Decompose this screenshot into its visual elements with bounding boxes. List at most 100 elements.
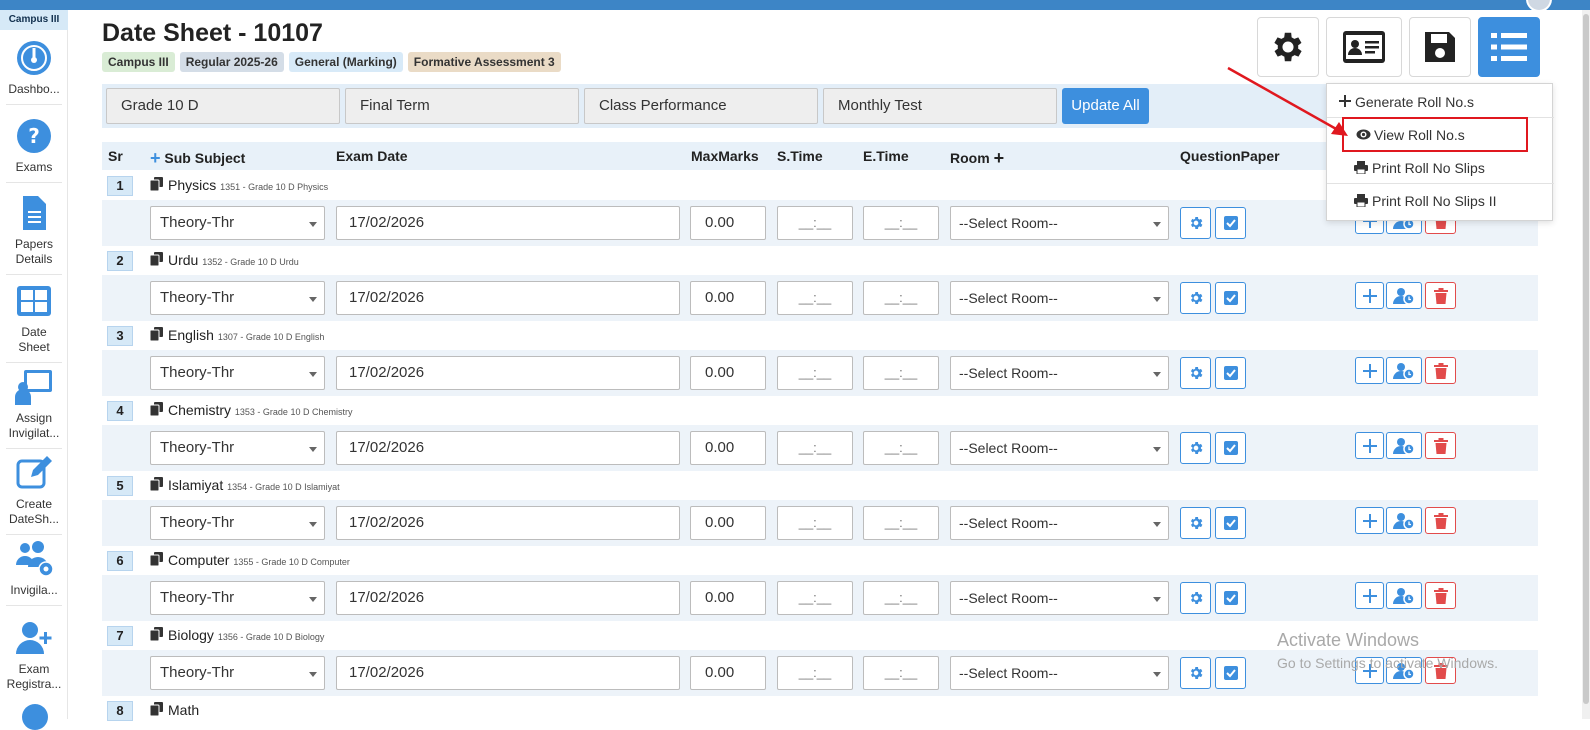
sidebar-next-icon[interactable]: [22, 704, 48, 730]
paper-check-button[interactable]: [1215, 207, 1246, 239]
max-marks-input[interactable]: 0.00: [690, 431, 766, 465]
delete-button[interactable]: [1425, 582, 1456, 609]
end-time-input[interactable]: __:__: [863, 581, 939, 615]
room-select[interactable]: --Select Room--: [950, 431, 1169, 465]
exam-date-input[interactable]: 17/02/2026: [336, 356, 680, 390]
paper-check-button[interactable]: [1215, 432, 1246, 464]
add-button[interactable]: [1355, 432, 1384, 459]
sidebar-item-date-sheet[interactable]: Date Sheet: [0, 281, 68, 363]
max-marks-input[interactable]: 0.00: [690, 656, 766, 690]
add-button[interactable]: [1355, 507, 1384, 534]
paper-settings-button[interactable]: [1180, 282, 1211, 314]
room-select[interactable]: --Select Room--: [950, 356, 1169, 390]
start-time-input[interactable]: __:__: [777, 506, 853, 540]
delete-button[interactable]: [1425, 357, 1456, 384]
paper-settings-button[interactable]: [1180, 207, 1211, 239]
scrollbar-thumb[interactable]: [1583, 14, 1589, 704]
sidebar-item-assign-invigilator[interactable]: Assign Invigilat...: [0, 367, 68, 449]
max-marks-input[interactable]: 0.00: [690, 581, 766, 615]
test-select[interactable]: Monthly Test: [823, 88, 1057, 124]
paper-check-button[interactable]: [1215, 657, 1246, 689]
start-time-input[interactable]: __:__: [777, 431, 853, 465]
paper-settings-button[interactable]: [1180, 357, 1211, 389]
list-menu-button[interactable]: [1478, 17, 1540, 77]
paper-type-select[interactable]: Theory-Thr: [150, 656, 325, 690]
sidebar-item-exams[interactable]: ? Exams: [0, 116, 68, 183]
paper-type-select[interactable]: Theory-Thr: [150, 206, 325, 240]
room-select[interactable]: --Select Room--: [950, 506, 1169, 540]
room-select[interactable]: --Select Room--: [950, 581, 1169, 615]
paper-type-select[interactable]: Theory-Thr: [150, 506, 325, 540]
room-select[interactable]: --Select Room--: [950, 281, 1169, 315]
add-button[interactable]: [1355, 357, 1384, 384]
sidebar-item-label: Create DateSh...: [8, 497, 60, 526]
paper-check-button[interactable]: [1215, 282, 1246, 314]
user-avatar[interactable]: [1526, 0, 1552, 12]
end-time-input[interactable]: __:__: [863, 656, 939, 690]
exam-date-input[interactable]: 17/02/2026: [336, 656, 680, 690]
assign-invigilator-button[interactable]: [1386, 432, 1422, 459]
gear-icon: [1190, 217, 1202, 229]
exam-date-input[interactable]: 17/02/2026: [336, 431, 680, 465]
max-marks-input[interactable]: 0.00: [690, 356, 766, 390]
paper-type-select[interactable]: Theory-Thr: [150, 431, 325, 465]
sidebar-item-invigilators[interactable]: Invigila...: [0, 539, 68, 606]
menu-item-print-slips-ii[interactable]: Print Roll No Slips II: [1327, 185, 1554, 217]
start-time-input[interactable]: __:__: [777, 656, 853, 690]
start-time-input[interactable]: __:__: [777, 581, 853, 615]
col-room-label: Room: [950, 150, 990, 166]
trash-icon: [1433, 287, 1448, 304]
performance-select[interactable]: Class Performance: [584, 88, 818, 124]
exam-date-input[interactable]: 17/02/2026: [336, 281, 680, 315]
paper-settings-button[interactable]: [1180, 582, 1211, 614]
paper-check-button[interactable]: [1215, 507, 1246, 539]
gear-icon: [1190, 592, 1202, 604]
paper-check-button[interactable]: [1215, 582, 1246, 614]
sidebar-item-exam-registration[interactable]: Exam Registra...: [0, 618, 68, 692]
exam-date-input[interactable]: 17/02/2026: [336, 581, 680, 615]
max-marks-input[interactable]: 0.00: [690, 281, 766, 315]
paper-settings-button[interactable]: [1180, 432, 1211, 464]
paper-type-select[interactable]: Theory-Thr: [150, 581, 325, 615]
assign-invigilator-button[interactable]: [1386, 282, 1422, 309]
term-select[interactable]: Final Term: [345, 88, 579, 124]
room-select[interactable]: --Select Room--: [950, 656, 1169, 690]
end-time-input[interactable]: __:__: [863, 281, 939, 315]
paper-type-select[interactable]: Theory-Thr: [150, 356, 325, 390]
paper-settings-button[interactable]: [1180, 657, 1211, 689]
max-marks-input[interactable]: 0.00: [690, 506, 766, 540]
start-time-input[interactable]: __:__: [777, 356, 853, 390]
sidebar-item-dashboard[interactable]: Dashbo...: [0, 38, 68, 105]
save-button[interactable]: [1409, 17, 1471, 77]
sidebar-item-create-datesheet[interactable]: Create DateSh...: [0, 453, 68, 535]
end-time-input[interactable]: __:__: [863, 206, 939, 240]
max-marks-input[interactable]: 0.00: [690, 206, 766, 240]
assign-invigilator-button[interactable]: [1386, 507, 1422, 534]
menu-item-generate-roll[interactable]: Generate Roll No.s: [1327, 86, 1554, 118]
paper-check-button[interactable]: [1215, 357, 1246, 389]
assign-invigilator-button[interactable]: [1386, 582, 1422, 609]
add-button[interactable]: [1355, 582, 1384, 609]
scrollbar[interactable]: [1582, 10, 1590, 719]
add-subject-icon[interactable]: +: [150, 148, 161, 168]
grade-select[interactable]: Grade 10 D: [106, 88, 340, 124]
assign-invigilator-button[interactable]: [1386, 357, 1422, 384]
end-time-input[interactable]: __:__: [863, 431, 939, 465]
add-room-icon[interactable]: +: [994, 148, 1005, 168]
end-time-input[interactable]: __:__: [863, 506, 939, 540]
start-time-input[interactable]: __:__: [777, 206, 853, 240]
end-time-input[interactable]: __:__: [863, 356, 939, 390]
add-button[interactable]: [1355, 282, 1384, 309]
menu-item-print-slips[interactable]: Print Roll No Slips: [1327, 152, 1554, 184]
delete-button[interactable]: [1425, 507, 1456, 534]
delete-button[interactable]: [1425, 282, 1456, 309]
delete-button[interactable]: [1425, 432, 1456, 459]
room-select[interactable]: --Select Room--: [950, 206, 1169, 240]
exam-date-input[interactable]: 17/02/2026: [336, 506, 680, 540]
exam-date-input[interactable]: 17/02/2026: [336, 206, 680, 240]
sidebar-item-papers-details[interactable]: Papers Details: [0, 193, 68, 275]
update-all-button[interactable]: Update All: [1062, 88, 1149, 124]
paper-settings-button[interactable]: [1180, 507, 1211, 539]
start-time-input[interactable]: __:__: [777, 281, 853, 315]
paper-type-select[interactable]: Theory-Thr: [150, 281, 325, 315]
